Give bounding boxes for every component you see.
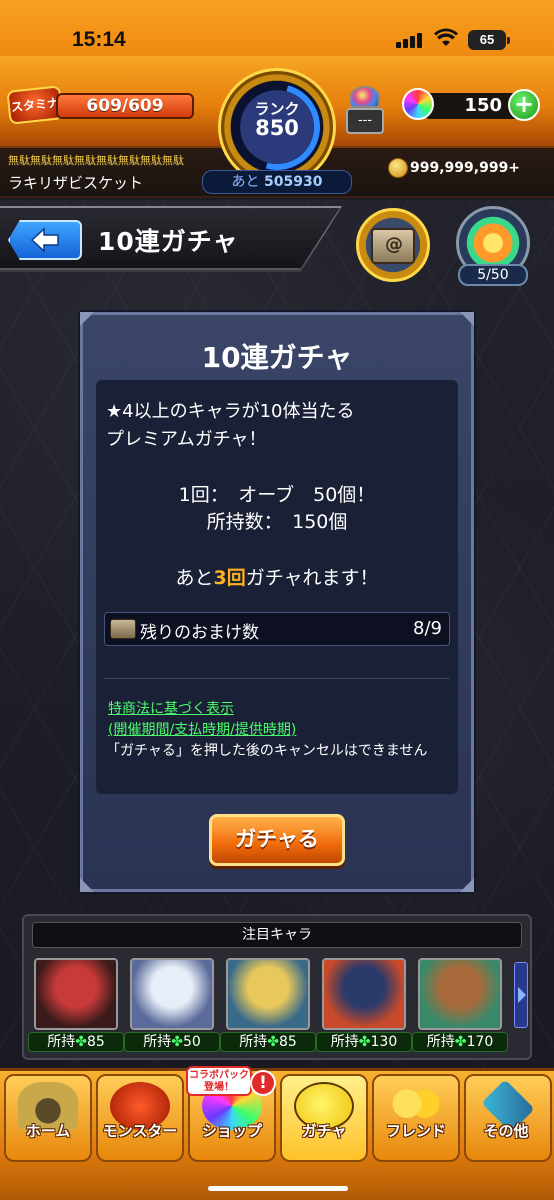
owned-value: 85 <box>86 1034 105 1050</box>
remaining-suffix: ガチャれます！ <box>245 567 379 589</box>
coin-count: 999,999,999+ <box>410 160 521 176</box>
bonus-box-icon <box>110 619 136 639</box>
event-count: 5/50 <box>458 264 528 286</box>
divider <box>104 678 450 679</box>
alert-icon: ! <box>250 1070 276 1096</box>
character-card[interactable] <box>418 958 502 1030</box>
orb-icon <box>402 88 434 120</box>
clover-icon: ✤ <box>454 1034 467 1050</box>
owned-value: 85 <box>278 1034 297 1050</box>
collab-badge-line-1: コラボパック <box>189 1070 249 1081</box>
rank-remaining-value: 505930 <box>264 174 323 190</box>
player-title: ラキリザビスケット <box>8 174 144 192</box>
remaining-count: 3回 <box>213 567 246 589</box>
home-indicator <box>208 1186 348 1191</box>
nav-label-home: ホーム <box>25 1122 71 1140</box>
featured-header: 注目キャラ <box>32 922 522 948</box>
description-line-2: プレミアムガチャ！ <box>106 429 267 450</box>
back-arrow-icon <box>30 227 59 253</box>
owned-prefix: 所持 <box>143 1034 172 1050</box>
legal-period-link[interactable]: (開催期間/支払時期/提供時期) <box>108 719 296 739</box>
nav-label-other: その他 <box>483 1122 529 1140</box>
cancel-note: 「ガチャる」を押した後のキャンセルはできません <box>106 743 428 759</box>
signal-icon <box>396 32 424 48</box>
remaining-line: あと3回ガチャれます！ <box>96 563 458 590</box>
remaining-prefix: あと <box>175 567 214 589</box>
treasure-box-icon <box>371 228 415 264</box>
gacha-title: 10連ガチャ <box>201 341 353 374</box>
nav-label-gacha: ガチャ <box>301 1122 347 1140</box>
character-card[interactable] <box>34 958 118 1030</box>
page-title: 10連ガチャ <box>98 227 239 256</box>
character-owned-count: 所持✤50 <box>124 1032 220 1052</box>
wifi-icon <box>434 28 458 46</box>
orb-machine-icon[interactable]: --- <box>346 86 384 134</box>
character-card[interactable] <box>226 958 310 1030</box>
clover-icon: ✤ <box>171 1034 183 1050</box>
character-card[interactable] <box>322 958 406 1030</box>
legal-link[interactable]: 特商法に基づく表示 <box>108 698 234 718</box>
rank-remaining: あと 505930 <box>202 170 352 194</box>
description-line-1: ★4以上のキャラが10体当たる <box>106 401 355 422</box>
character-card[interactable] <box>130 958 214 1030</box>
nav-label-monster: モンスター <box>102 1122 178 1140</box>
gacha-description: ★4以上のキャラが10体当たる プレミアムガチャ！ <box>106 398 446 454</box>
clover-icon: ✤ <box>267 1034 279 1050</box>
collab-pack-badge: コラボパック 登場！ <box>186 1066 252 1096</box>
collab-badge-line-2: 登場！ <box>204 1082 234 1093</box>
owned-value: 50 <box>182 1034 201 1050</box>
coin-icon <box>388 158 408 178</box>
title-scroll-text: 無駄無駄無駄無駄無駄無駄無駄無駄 <box>8 154 184 167</box>
nav-label-shop: ショップ <box>201 1122 262 1140</box>
rank-remaining-prefix: あと <box>231 174 260 190</box>
owned-prefix: 所持 <box>426 1034 455 1050</box>
bonus-count: 8/9 <box>413 618 442 639</box>
orb-count: 150 <box>464 95 502 116</box>
owned-prefix: 所持 <box>47 1034 76 1050</box>
owned-value: 170 <box>466 1034 494 1050</box>
gacha-button[interactable]: ガチャる <box>209 814 345 866</box>
scroll-right-arrow-icon[interactable] <box>514 962 528 1028</box>
rank-value: 850 <box>255 116 299 140</box>
character-owned-count: 所持✤170 <box>412 1032 508 1052</box>
bonus-label: 残りのおまけ数 <box>140 623 259 643</box>
stamina-bar[interactable]: 609/609 <box>56 93 194 119</box>
battery-indicator: 65 <box>468 30 510 50</box>
orb-machine-label: --- <box>346 108 384 134</box>
nav-label-friend: フレンド <box>385 1122 446 1140</box>
owned-value: 130 <box>370 1034 398 1050</box>
status-bar: 15:14 65 <box>0 0 554 56</box>
character-owned-count: 所持✤85 <box>220 1032 316 1052</box>
clover-icon: ✤ <box>358 1034 371 1050</box>
owned-prefix: 所持 <box>330 1034 359 1050</box>
character-owned-count: 所持✤130 <box>316 1032 412 1052</box>
status-time: 15:14 <box>72 28 126 51</box>
owned-prefix: 所持 <box>239 1034 268 1050</box>
character-owned-count: 所持✤85 <box>28 1032 124 1052</box>
clover-icon: ✤ <box>75 1034 87 1050</box>
cost-line: 1回： オーブ 50個！ <box>178 484 376 506</box>
owned-line: 所持数： 150個 <box>206 511 348 533</box>
add-orb-button[interactable]: + <box>508 89 540 121</box>
